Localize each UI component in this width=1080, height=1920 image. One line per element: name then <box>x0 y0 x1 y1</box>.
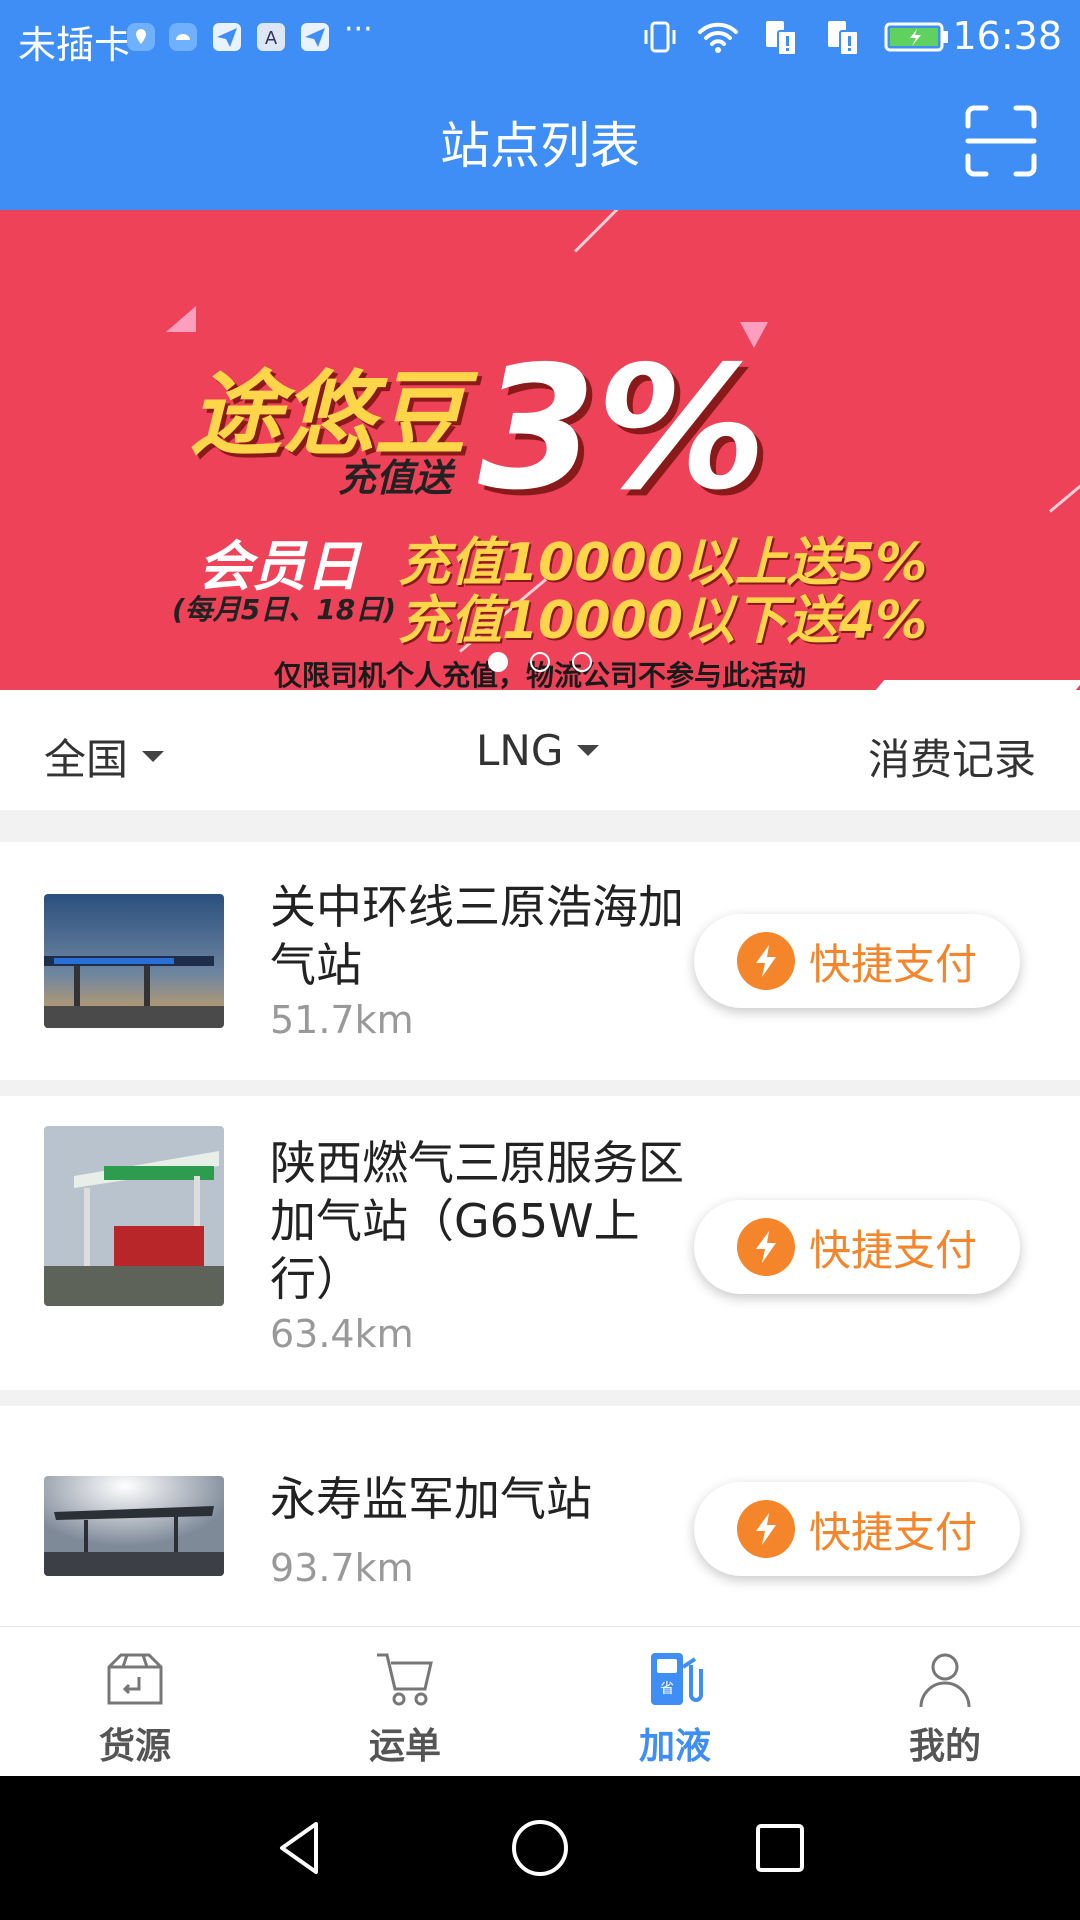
station-card[interactable]: 陕西燃气三原服务区加气站（G65W上行） 63.4km 快捷支付 <box>0 1096 1080 1390</box>
system-nav-bar <box>0 1776 1080 1920</box>
paper-plane-icon-2 <box>298 20 332 54</box>
title-bar: 站点列表 <box>0 76 1080 210</box>
cart-icon <box>377 1653 433 1706</box>
svg-text:A: A <box>265 28 278 49</box>
caret-down-icon <box>142 751 165 762</box>
fuel-type-filter-label: LNG <box>476 726 564 775</box>
more-notifications: ··· <box>344 12 373 47</box>
quick-pay-label: 快捷支付 <box>808 939 977 989</box>
quick-pay-button[interactable]: 快捷支付 <box>694 1482 1020 1576</box>
nav-item-cargo[interactable]: 货源 <box>0 1627 270 1777</box>
lightning-icon <box>736 1218 795 1276</box>
quick-pay-label: 快捷支付 <box>808 1507 977 1557</box>
station-name: 永寿监军加气站 <box>270 1472 592 1526</box>
station-name: 陕西燃气三原服务区加气站（G65W上行） <box>270 1136 684 1306</box>
scan-icon[interactable] <box>964 104 1038 178</box>
font-a-icon: A <box>254 20 288 54</box>
banner-offer-2: 充值10000以下送4% <box>398 591 928 651</box>
sim-alert-icon <box>760 20 804 56</box>
status-bar: 未插卡 A ··· 16:38 <box>0 0 1080 76</box>
wifi-icon <box>696 20 740 54</box>
carousel-dot[interactable] <box>530 652 550 672</box>
box-icon <box>107 1653 163 1705</box>
nav-label: 货源 <box>98 1726 171 1767</box>
nav-item-refuel[interactable]: 省 加液 <box>540 1627 810 1777</box>
battery-icon <box>884 20 950 54</box>
carousel-dot-active[interactable] <box>488 652 508 672</box>
quick-pay-button[interactable]: 快捷支付 <box>694 1200 1020 1294</box>
page-title: 站点列表 <box>440 117 640 175</box>
lightning-icon <box>736 1500 795 1558</box>
fuel-type-filter[interactable]: LNG <box>476 726 600 775</box>
person-icon <box>919 1653 971 1708</box>
banner-decor-line <box>1049 471 1080 513</box>
station-card[interactable]: 关中环线三原浩海加气站 51.7km 快捷支付 <box>0 842 1080 1080</box>
station-distance: 51.7km <box>270 998 414 1042</box>
nav-label: 我的 <box>908 1726 981 1767</box>
station-photo <box>44 1126 224 1306</box>
nav-label: 加液 <box>638 1726 711 1767</box>
vibrate-icon <box>640 20 680 54</box>
station-photo <box>44 1476 224 1576</box>
consumption-records-link[interactable]: 消费记录 <box>868 726 1036 787</box>
banner-decor-line <box>573 210 619 253</box>
caret-down-icon <box>577 745 600 756</box>
sim-alert-icon-2 <box>822 20 866 56</box>
station-photo <box>44 894 224 1028</box>
bottom-nav: 货源 运单 省 加液 我的 <box>0 1626 1080 1777</box>
carousel-dot[interactable] <box>572 652 592 672</box>
svg-text:省: 省 <box>660 1681 674 1697</box>
banner-percent: 3% <box>478 330 767 528</box>
station-card[interactable]: 永寿监军加气站 93.7km 快捷支付 <box>0 1406 1080 1626</box>
android-icon <box>166 20 200 54</box>
carrier-text: 未插卡 <box>18 23 133 67</box>
home-icon[interactable] <box>508 1816 572 1880</box>
clock: 16:38 <box>952 14 1062 58</box>
station-name: 关中环线三原浩海加气站 <box>270 880 684 992</box>
lightning-icon <box>736 932 795 990</box>
banner-member-dates: (每月5日、18日) <box>172 593 397 626</box>
back-icon[interactable] <box>268 1816 332 1880</box>
promo-banner[interactable]: 途悠豆 充值送 3% 会员日 (每月5日、18日) 充值10000以上送5% 充… <box>0 210 1080 690</box>
region-filter[interactable]: 全国 <box>44 726 165 787</box>
banner-decor-triangle <box>166 306 196 332</box>
station-distance: 93.7km <box>270 1546 414 1590</box>
nav-label: 运单 <box>368 1726 441 1767</box>
quick-pay-button[interactable]: 快捷支付 <box>694 914 1020 1008</box>
station-distance: 63.4km <box>270 1312 414 1356</box>
location-icon <box>124 20 158 54</box>
region-filter-label: 全国 <box>44 735 129 784</box>
filter-bar: 全国 LNG 消费记录 <box>0 690 1080 810</box>
quick-pay-label: 快捷支付 <box>808 1225 977 1275</box>
fuel-pump-icon: 省 <box>651 1653 703 1705</box>
banner-sub: 充值送 <box>338 456 453 500</box>
paper-plane-icon <box>210 20 244 54</box>
nav-item-mine[interactable]: 我的 <box>810 1627 1080 1777</box>
nav-item-waybill[interactable]: 运单 <box>270 1627 540 1777</box>
recents-icon[interactable] <box>748 1816 812 1880</box>
